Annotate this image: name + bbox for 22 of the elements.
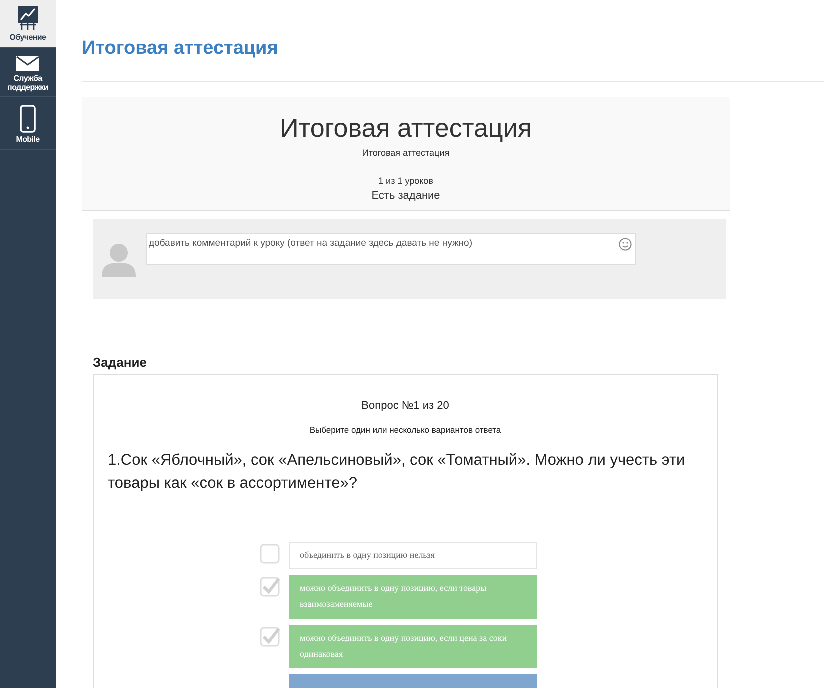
task-note: Есть задание [370,190,442,202]
checkbox[interactable] [260,626,280,647]
checkbox[interactable] [260,544,280,564]
smiley-icon[interactable] [619,238,632,251]
sidebar-item[interactable]: Служба поддержки [0,48,56,98]
lesson-subtitle: Итоговая аттестация [361,148,451,158]
checkbox[interactable] [260,577,280,598]
envelope-icon [16,56,40,72]
phone-icon [20,105,36,134]
question-counter: Вопрос №1 из 20 [360,400,450,412]
question-instruction: Выберите один или несколько вариантов ответа [308,425,502,435]
comment-field[interactable]: добавить комментарий к уроку (ответ на задание здесь давать не нужно) [146,233,636,265]
answer-option[interactable]: объединить в одну позицию нельзя [289,542,537,570]
page-title: Итоговая аттестация [82,38,280,60]
sidebar-item[interactable]: Обучение [0,0,56,48]
question-text: 1.Сок «Яблочный», сок «Апельсиновый», сок «Томатный». Можно ли учесть эти товары как «сок в ассортименте»? [108,451,686,494]
sidebar-item[interactable]: Mobile [0,97,56,150]
chart-board-icon [17,5,39,31]
avatar-silhouette-icon [101,243,137,277]
lesson-count: 1 из 1 уроков [378,176,434,186]
task-heading: Задание [93,355,148,370]
lesson-title: Итоговая аттестация [279,113,533,144]
